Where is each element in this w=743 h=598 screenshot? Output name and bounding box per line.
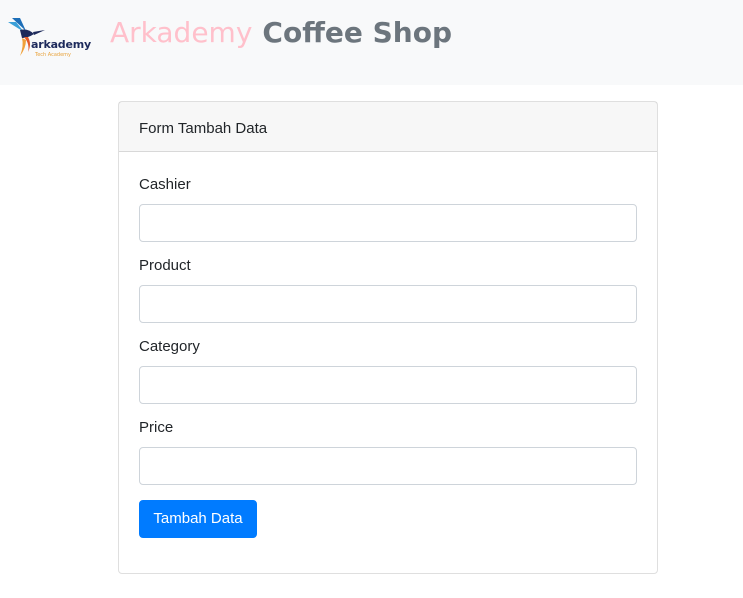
form-group-price: Price xyxy=(139,419,637,485)
product-label: Product xyxy=(139,257,191,274)
logo-wordmark: arkademy xyxy=(31,38,91,51)
arkademy-logo[interactable]: arkademy Tech Academy xyxy=(6,16,91,62)
price-label: Price xyxy=(139,419,174,436)
logo-subtext: Tech Academy xyxy=(35,52,72,58)
price-input[interactable] xyxy=(139,447,637,485)
brand-primary: Arkademy xyxy=(110,16,253,49)
card-body: Cashier Product Category Price Tambah Da… xyxy=(119,152,657,538)
product-input[interactable] xyxy=(139,285,637,323)
add-data-form-card: Form Tambah Data Cashier Product Categor… xyxy=(118,101,658,574)
cashier-input[interactable] xyxy=(139,204,637,242)
form-group-category: Category xyxy=(139,338,637,404)
cashier-label: Cashier xyxy=(139,176,191,193)
category-label: Category xyxy=(139,338,200,355)
form-group-cashier: Cashier xyxy=(139,176,637,242)
card-header: Form Tambah Data xyxy=(119,102,657,152)
form-group-product: Product xyxy=(139,257,637,323)
category-input[interactable] xyxy=(139,366,637,404)
add-data-button[interactable]: Tambah Data xyxy=(139,500,257,538)
brand-secondary: Coffee Shop xyxy=(262,16,452,49)
navbar: arkademy Tech Academy Arkademy Coffee Sho… xyxy=(0,0,743,85)
navbar-brand[interactable]: Arkademy Coffee Shop xyxy=(110,14,452,52)
